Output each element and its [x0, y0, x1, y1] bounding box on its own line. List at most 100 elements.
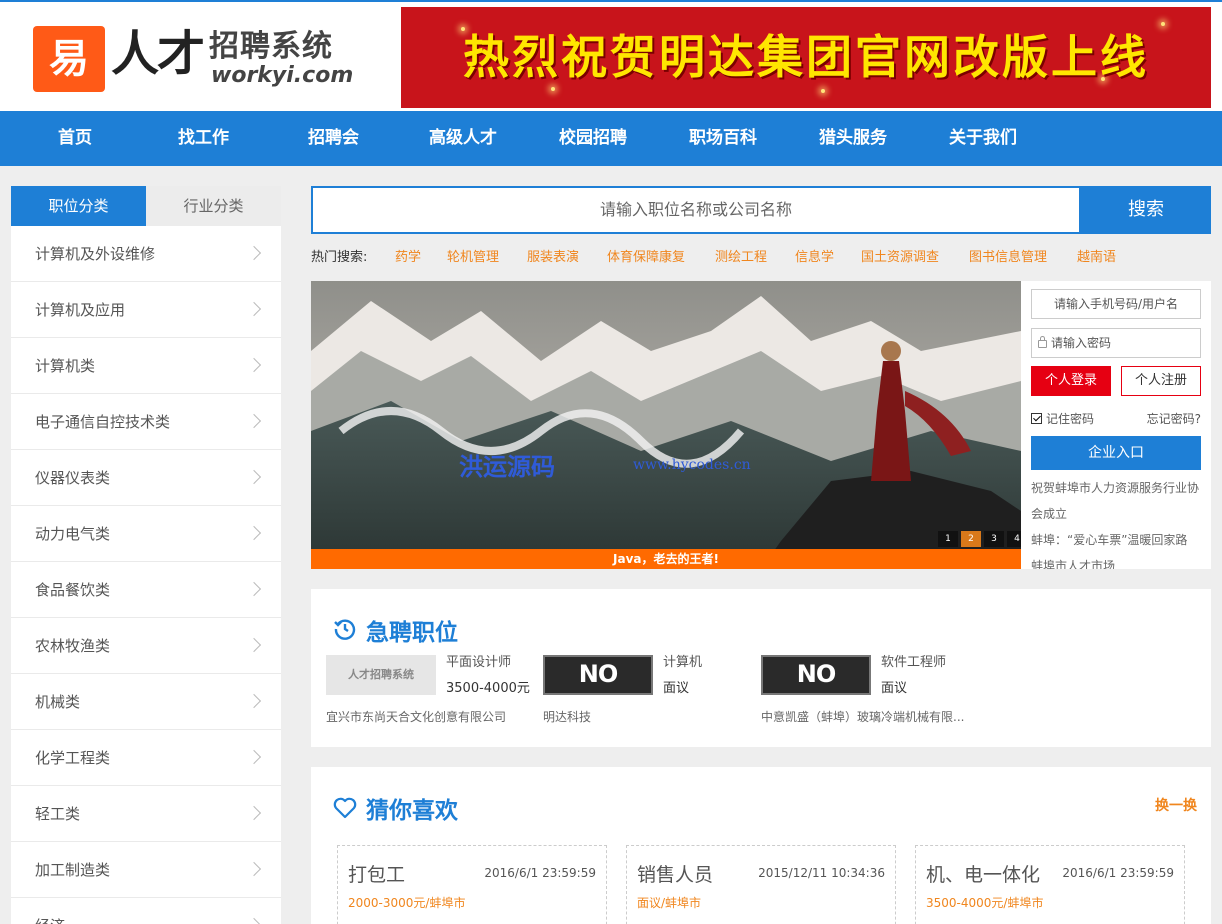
job-card-salary: 3500-4000元/蚌埠市 — [926, 896, 1044, 910]
job-title[interactable]: 平面设计师 — [446, 654, 511, 672]
tab-job-category[interactable]: 职位分类 — [11, 186, 146, 226]
category-item[interactable]: 动力电气类 — [11, 506, 281, 562]
heart-icon — [333, 797, 357, 819]
chevron-right-icon — [246, 917, 262, 924]
category-item[interactable]: 电子通信自控技术类 — [11, 394, 281, 450]
watermark-url: www.hycodes.cn — [633, 457, 751, 473]
chevron-right-icon — [246, 581, 262, 597]
news-item[interactable]: 蚌埠：“爱心车票”温暖回家路 — [1031, 527, 1206, 553]
chevron-right-icon — [246, 805, 262, 821]
category-item[interactable]: 仪器仪表类 — [11, 450, 281, 506]
chevron-right-icon — [246, 525, 262, 541]
username-field[interactable]: 请输入手机号码/用户名 — [1031, 289, 1201, 319]
image-slider[interactable]: 洪运源码 www.hycodes.cn 1 2 3 4 Java，老去的王者! — [311, 281, 1021, 569]
mountain-scene-image — [311, 281, 1021, 569]
job-title[interactable]: 计算机 — [663, 654, 702, 672]
category-item[interactable]: 计算机及外设维修 — [11, 226, 281, 282]
hot-search-link[interactable]: 轮机管理 — [447, 248, 499, 268]
category-item[interactable]: 轻工类 — [11, 786, 281, 842]
category-item[interactable]: 计算机类 — [11, 338, 281, 394]
nav-campus[interactable]: 校园招聘 — [559, 111, 627, 166]
slider-dots: 1 2 3 4 — [938, 531, 1021, 547]
job-card-time: 2016/6/1 23:59:59 — [484, 866, 596, 880]
hot-search-link[interactable]: 测绘工程 — [715, 248, 767, 268]
chevron-right-icon — [246, 861, 262, 877]
hot-search-link[interactable]: 国土资源调查 — [861, 248, 939, 268]
job-card-title: 销售人员 — [637, 864, 714, 886]
job-card[interactable]: 机、电一体化 2016/6/1 23:59:59 3500-4000元/蚌埠市 — [915, 845, 1185, 924]
chevron-right-icon — [246, 245, 262, 261]
nav-find-job[interactable]: 找工作 — [178, 111, 229, 166]
nav-home[interactable]: 首页 — [58, 111, 92, 166]
lock-icon — [1038, 336, 1047, 348]
sidebar-tabs: 职位分类 行业分类 — [11, 186, 281, 226]
clock-history-icon — [334, 619, 356, 640]
news-item[interactable]: 祝贺蚌埠市人力资源服务行业协会成立 — [1031, 475, 1206, 527]
job-card-title: 机、电一体化 — [926, 864, 1041, 886]
personal-login-button[interactable]: 个人登录 — [1031, 366, 1111, 396]
company-name[interactable]: 中意凯盛（蚌埠）玻璃冷端机械有限... — [761, 709, 964, 725]
forgot-password-link[interactable]: 忘记密码? — [1147, 411, 1201, 427]
company-name[interactable]: 明达科技 — [543, 709, 591, 725]
category-item[interactable]: 食品餐饮类 — [11, 562, 281, 618]
category-label: 计算机及外设维修 — [35, 245, 156, 263]
remember-password[interactable]: 记住密码 — [1031, 411, 1094, 427]
chevron-right-icon — [246, 413, 262, 429]
hot-search-link[interactable]: 越南语 — [1077, 248, 1116, 268]
hot-search-link[interactable]: 体育保障康复 — [607, 248, 685, 268]
category-item[interactable]: 经济 — [11, 898, 281, 924]
category-label: 食品餐饮类 — [35, 581, 111, 599]
nav-about[interactable]: 关于我们 — [949, 111, 1017, 166]
company-logo[interactable]: NO LOGO — [761, 655, 871, 722]
hot-search-link[interactable]: 药学 — [395, 248, 421, 268]
category-label: 农林牧渔类 — [35, 637, 111, 655]
job-card[interactable]: 销售人员 2015/12/11 10:34:36 面议/蚌埠市 — [626, 845, 896, 924]
slider-dot[interactable]: 3 — [984, 531, 1004, 547]
company-logo[interactable]: 人才招聘系统 — [326, 655, 436, 695]
hot-search-link[interactable]: 图书信息管理 — [969, 248, 1047, 268]
urgent-jobs-panel: 急聘职位 人才招聘系统 平面设计师 3500-4000元 宜兴市东尚天合文化创意… — [311, 589, 1211, 747]
category-label: 机械类 — [35, 693, 81, 711]
nav-job-fair[interactable]: 招聘会 — [308, 111, 359, 166]
category-item[interactable]: 化学工程类 — [11, 730, 281, 786]
job-card-title: 打包工 — [348, 864, 406, 886]
remember-checkbox[interactable] — [1031, 413, 1042, 424]
nav-wiki[interactable]: 职场百科 — [689, 111, 757, 166]
category-item[interactable]: 加工制造类 — [11, 842, 281, 898]
banner-text: 热烈祝贺明达集团官网改版上线 — [463, 30, 1149, 84]
nav-senior-talent[interactable]: 高级人才 — [429, 111, 497, 166]
news-item[interactable]: 蚌埠市人才市场 — [1031, 553, 1206, 569]
slider-dot[interactable]: 4 — [1007, 531, 1021, 547]
header-banner[interactable]: 热烈祝贺明达集团官网改版上线 — [401, 7, 1211, 108]
company-logo[interactable]: NO LOGO — [543, 655, 653, 722]
logo-url: workyi.com — [211, 63, 354, 88]
slider-dot-active[interactable]: 2 — [961, 531, 981, 547]
nav-headhunting[interactable]: 猎头服务 — [819, 111, 887, 166]
news-list: 祝贺蚌埠市人力资源服务行业协会成立 蚌埠：“爱心车票”温暖回家路 蚌埠市人才市场 — [1031, 475, 1206, 569]
tab-industry-category[interactable]: 行业分类 — [146, 186, 281, 226]
refresh-button[interactable]: 换一换 — [1155, 795, 1197, 815]
job-card[interactable]: 打包工 2016/6/1 23:59:59 2000-3000元/蚌埠市 — [337, 845, 607, 924]
job-card-salary: 面议/蚌埠市 — [637, 896, 702, 910]
slider-caption[interactable]: Java，老去的王者! — [311, 549, 1021, 569]
personal-register-button[interactable]: 个人注册 — [1121, 366, 1201, 396]
enterprise-entry-button[interactable]: 企业入口 — [1031, 436, 1201, 470]
site-logo[interactable]: 易 人才 招聘系统 workyi.com — [33, 24, 363, 96]
hot-search-link[interactable]: 信息学 — [795, 248, 834, 268]
company-name[interactable]: 宜兴市东尚天合文化创意有限公司 — [326, 709, 506, 725]
watermark-cn: 洪运源码 — [459, 453, 555, 481]
category-item[interactable]: 机械类 — [11, 674, 281, 730]
slider-dot[interactable]: 1 — [938, 531, 958, 547]
search-button[interactable]: 搜索 — [1081, 186, 1211, 234]
hot-searches: 热门搜索: 药学 轮机管理 服装表演 体育保障康复 测绘工程 信息学 国土资源调… — [311, 248, 1116, 268]
hot-search-link[interactable]: 服装表演 — [527, 248, 579, 268]
category-item[interactable]: 农林牧渔类 — [11, 618, 281, 674]
chevron-right-icon — [246, 357, 262, 373]
password-field[interactable]: 请输入密码 — [1031, 328, 1201, 358]
category-item[interactable]: 计算机及应用 — [11, 282, 281, 338]
chevron-right-icon — [246, 693, 262, 709]
job-title[interactable]: 软件工程师 — [881, 654, 946, 672]
search-input[interactable]: 请输入职位名称或公司名称 — [311, 186, 1081, 234]
category-label: 仪器仪表类 — [35, 469, 111, 487]
chevron-right-icon — [246, 749, 262, 765]
